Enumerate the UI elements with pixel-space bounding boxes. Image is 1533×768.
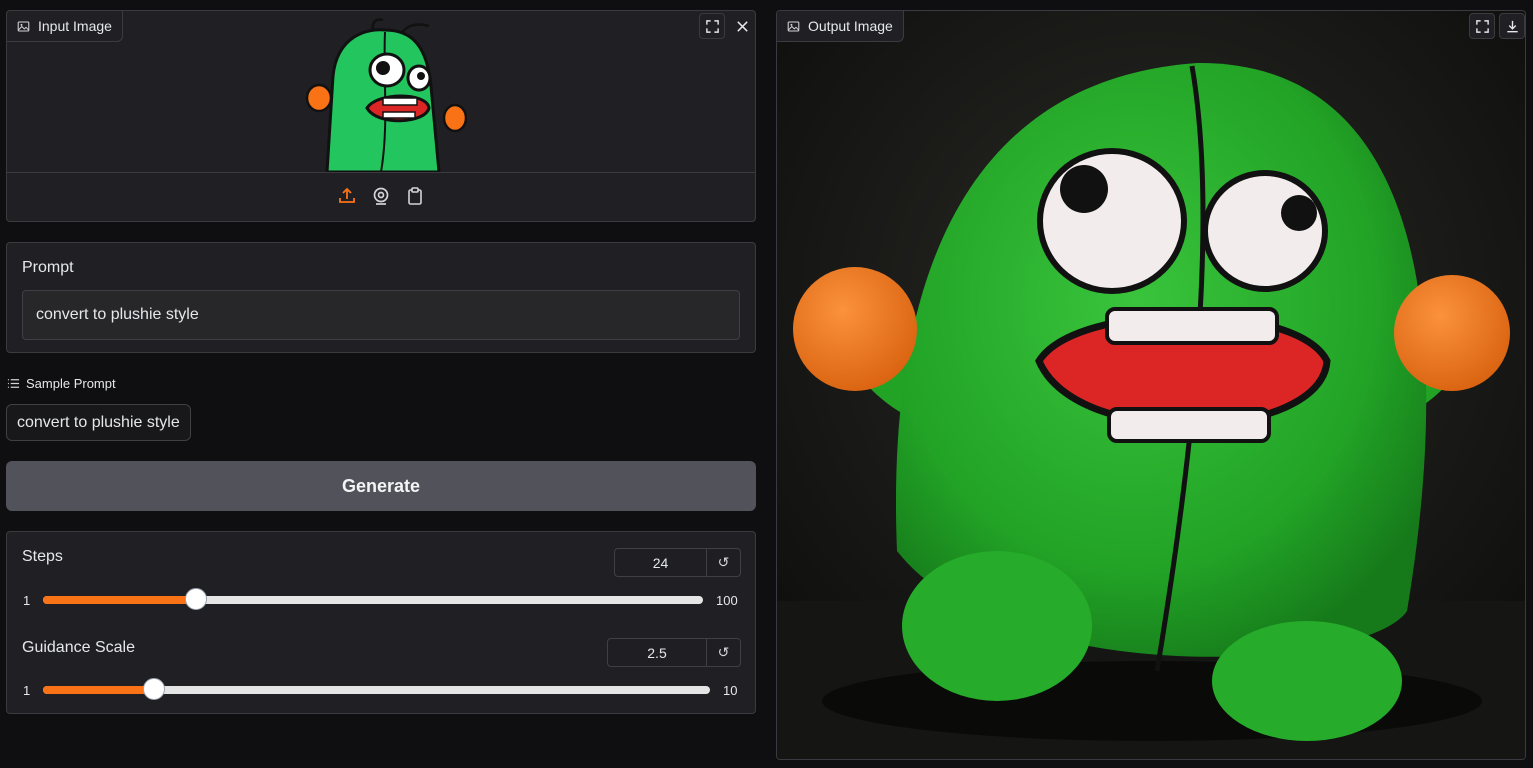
output-fullscreen-button[interactable] [1469,13,1495,39]
steps-number: 24 ↺ [614,548,741,577]
guidance-label: Guidance Scale [22,639,135,656]
reset-icon: ↺ [717,554,730,570]
output-image-panel: Output Image [776,10,1526,760]
steps-min: 1 [23,593,31,608]
guidance-slider[interactable] [43,678,710,700]
guidance-max: 10 [723,683,738,698]
output-image-label-tag: Output Image [777,11,904,42]
steps-reset-button[interactable]: ↺ [707,549,740,576]
guidance-number: 2.5 ↺ [607,638,741,667]
generate-button[interactable]: Generate [6,461,756,511]
generate-label: Generate [341,475,421,496]
download-icon [1506,20,1518,32]
guidance-slider-fill [43,686,155,694]
output-image-label: Output Image [808,18,893,34]
settings-panel: Steps 24 ↺ 1 100 Guidance Scale 2.5 ↺ 1 … [6,531,756,714]
clipboard-icon[interactable] [405,186,425,206]
prompt-label: Prompt [22,259,74,276]
fullscreen-button[interactable] [699,13,725,39]
sample-prompt-item[interactable]: convert to plushie style [6,404,191,441]
reset-icon: ↺ [717,644,730,660]
steps-slider-fill [43,596,197,604]
input-image-label-tag: Input Image [7,11,123,42]
webcam-icon[interactable] [371,186,391,206]
fullscreen-icon [1475,19,1489,33]
input-image-panel: Input Image [6,10,756,222]
steps-max: 100 [716,593,738,608]
image-source-toolbar [337,186,425,206]
guidance-slider-thumb[interactable] [143,678,166,700]
list-icon [7,379,20,388]
image-icon [17,21,30,31]
guidance-value-input[interactable]: 2.5 [608,639,707,666]
sample-prompt-label: Sample Prompt [26,376,116,391]
image-icon [787,21,800,31]
fullscreen-icon [705,19,719,33]
download-button[interactable] [1499,13,1525,39]
toolbar-divider [7,172,755,173]
input-image-label: Input Image [38,18,112,34]
clear-image-button[interactable] [729,13,755,39]
output-image [777,11,1525,759]
input-image-preview [305,18,467,172]
guidance-min: 1 [23,683,31,698]
upload-icon[interactable] [337,186,357,206]
steps-slider[interactable] [43,588,703,610]
steps-value-input[interactable]: 24 [615,549,707,576]
close-icon [736,20,748,32]
steps-label: Steps [22,548,63,565]
guidance-reset-button[interactable]: ↺ [707,639,740,666]
steps-slider-thumb[interactable] [185,588,208,610]
sample-prompt-header: Sample Prompt [7,376,116,391]
prompt-panel: Prompt convert to plushie style [6,242,756,353]
prompt-input[interactable]: convert to plushie style [22,290,740,340]
